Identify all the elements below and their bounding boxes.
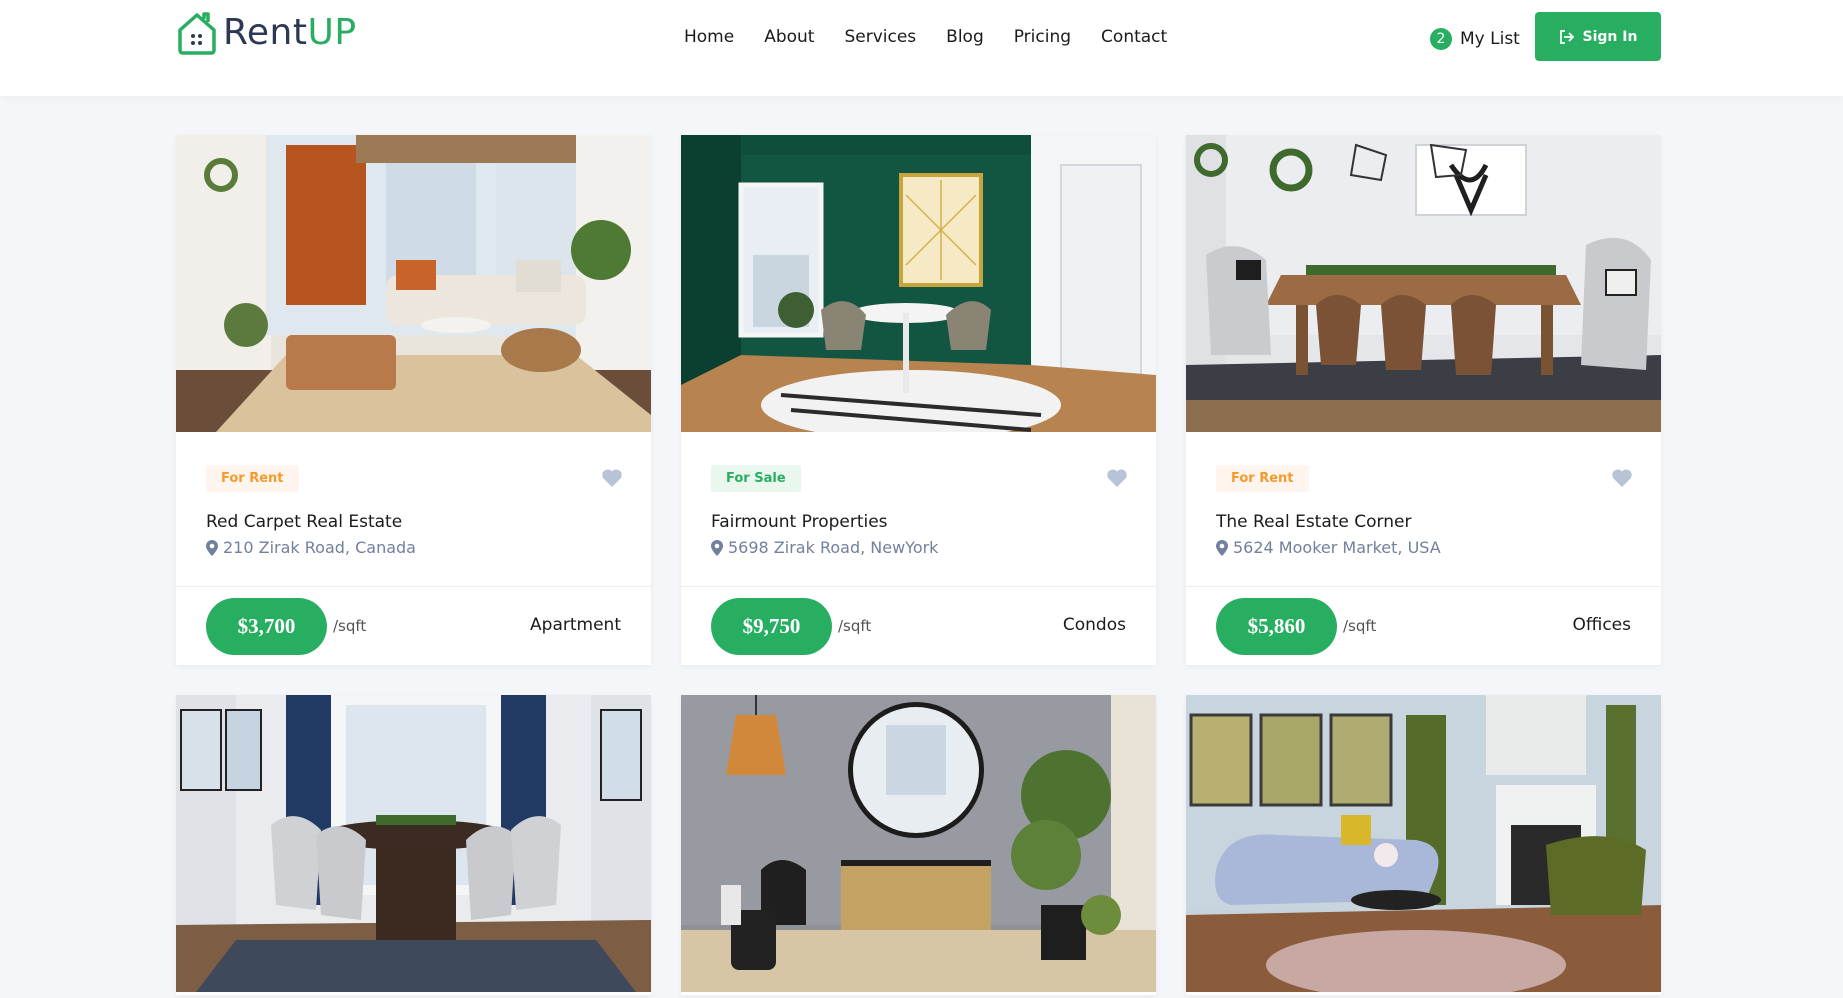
price-unit: /sqft [333, 617, 367, 635]
address-text: 210 Zirak Road, Canada [223, 538, 416, 557]
heart-icon[interactable] [1106, 468, 1128, 488]
sign-out-icon [1559, 29, 1574, 44]
main-nav: Home About Services Blog Pricing Contact [669, 24, 1182, 50]
listing-details: For Rent Red Carpet Real Estate 210 Zira… [176, 432, 651, 587]
listing-grid: For Rent Red Carpet Real Estate 210 Zira… [176, 135, 1661, 995]
entryway-photo[interactable] [681, 695, 1156, 992]
nav-home[interactable]: Home [669, 24, 749, 50]
listing-card[interactable] [176, 695, 651, 995]
listing-card[interactable]: For Rent Red Carpet Real Estate 210 Zira… [176, 135, 651, 665]
listing-footer: $3,700 /sqft Apartment [176, 587, 651, 665]
listing-title[interactable]: The Real Estate Corner [1216, 512, 1411, 532]
listing-card[interactable] [681, 695, 1156, 995]
property-category: Apartment [530, 615, 621, 635]
listing-title[interactable]: Red Carpet Real Estate [206, 512, 402, 532]
listing-details: For Sale Fairmount Properties 5698 Zirak… [681, 432, 1156, 587]
listing-card[interactable] [1186, 695, 1661, 995]
price-unit: /sqft [1343, 617, 1377, 635]
nav-pricing[interactable]: Pricing [999, 24, 1086, 50]
address-text: 5624 Mooker Market, USA [1233, 538, 1441, 557]
price-pill[interactable]: $5,860 [1216, 598, 1337, 655]
my-list-count-badge: 2 [1430, 28, 1452, 50]
living-room-photo[interactable] [176, 135, 651, 432]
heart-icon[interactable] [601, 468, 623, 488]
nav-about[interactable]: About [749, 24, 829, 50]
listing-card[interactable]: For Rent The Real Estate Corner 5624 Moo… [1186, 135, 1661, 665]
property-category: Condos [1062, 615, 1126, 635]
round-dining-photo[interactable] [176, 695, 651, 992]
dining-room-photo[interactable] [1186, 135, 1661, 432]
lounge-photo[interactable] [1186, 695, 1661, 992]
status-badge: For Sale [711, 465, 801, 492]
listing-card[interactable]: For Sale Fairmount Properties 5698 Zirak… [681, 135, 1156, 665]
price-pill[interactable]: $3,700 [206, 598, 327, 655]
sign-in-button[interactable]: Sign In [1535, 12, 1661, 61]
my-list-label: My List [1460, 29, 1520, 49]
logo[interactable]: RentUP [175, 10, 357, 56]
property-category: Offices [1572, 615, 1631, 635]
listing-footer: $9,750 /sqft Condos [681, 587, 1156, 665]
nav-services[interactable]: Services [829, 24, 931, 50]
heart-icon[interactable] [1611, 468, 1633, 488]
status-badge: For Rent [206, 465, 299, 492]
house-logo-icon [178, 12, 216, 55]
dining-nook-photo[interactable] [681, 135, 1156, 432]
price-unit: /sqft [838, 617, 872, 635]
sign-in-label: Sign In [1582, 28, 1638, 45]
listing-address: 210 Zirak Road, Canada [206, 538, 416, 557]
listing-details: For Rent The Real Estate Corner 5624 Moo… [1186, 432, 1661, 587]
nav-contact[interactable]: Contact [1086, 24, 1182, 50]
status-badge: For Rent [1216, 465, 1309, 492]
listing-footer: $5,860 /sqft Offices [1186, 587, 1661, 665]
nav-blog[interactable]: Blog [931, 24, 999, 50]
address-text: 5698 Zirak Road, NewYork [728, 538, 939, 557]
my-list-link[interactable]: 2 My List [1430, 28, 1520, 50]
listing-address: 5698 Zirak Road, NewYork [711, 538, 938, 557]
map-pin-icon [206, 539, 218, 556]
map-pin-icon [711, 539, 723, 556]
logo-text: RentUP [223, 12, 357, 53]
listing-address: 5624 Mooker Market, USA [1216, 538, 1441, 557]
map-pin-icon [1216, 539, 1228, 556]
price-pill[interactable]: $9,750 [711, 598, 832, 655]
site-header: RentUP Home About Services Blog Pricing … [0, 0, 1843, 96]
listing-title[interactable]: Fairmount Properties [711, 512, 888, 532]
